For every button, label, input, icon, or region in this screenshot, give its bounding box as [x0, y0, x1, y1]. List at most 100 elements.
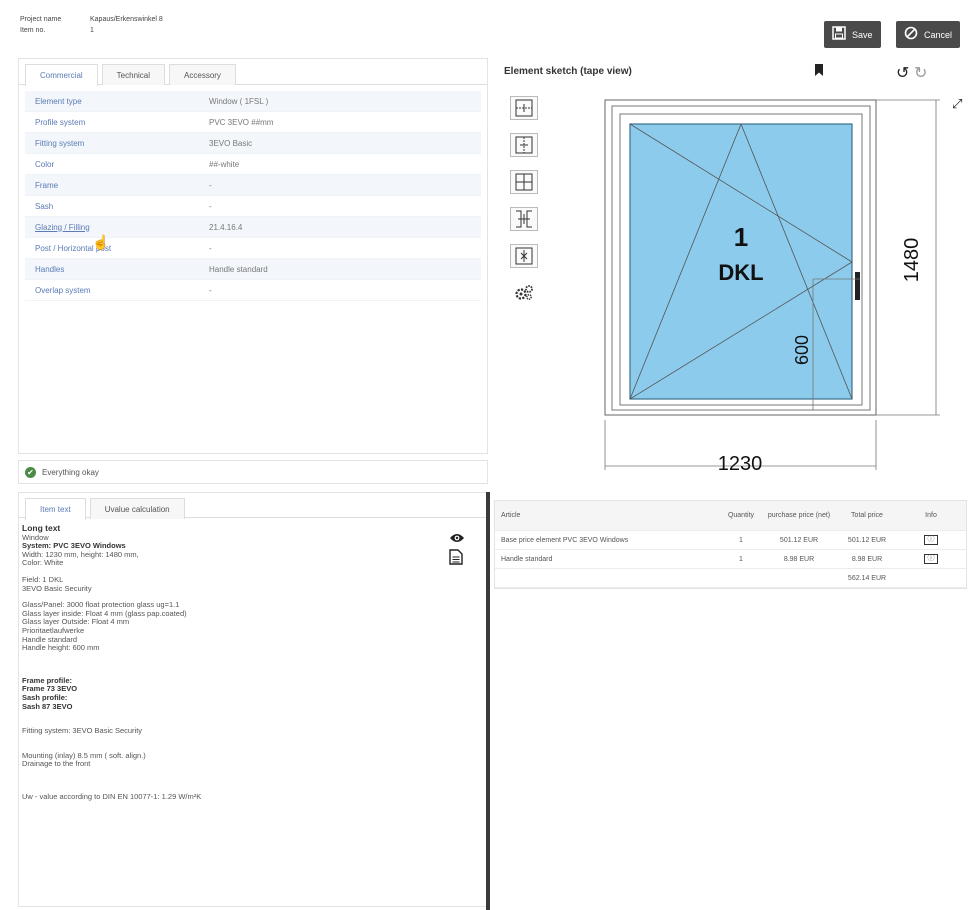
article-table: Article Quantity purchase price (net) To…	[494, 500, 967, 589]
property-row[interactable]: Sash -	[25, 196, 481, 217]
property-row[interactable]: Handles Handle standard	[25, 259, 481, 280]
text-line: Uw - value according to DIN EN 10077-1: …	[22, 791, 202, 801]
property-value: -	[209, 243, 212, 253]
split-cross-icon[interactable]	[510, 170, 538, 194]
col-article: Article	[501, 512, 521, 519]
project-name-label: Project name	[20, 16, 62, 23]
property-value: 3EVO Basic	[209, 138, 253, 148]
text-line: Fitting system: 3EVO Basic Security	[22, 726, 143, 736]
tab-technical[interactable]: Technical	[101, 64, 166, 85]
text-line: Drainage to the front	[22, 759, 91, 769]
property-value: -	[209, 285, 212, 295]
table-row[interactable]: Base price element PVC 3EVO Windows 1 50…	[495, 531, 966, 550]
document-icon[interactable]	[449, 549, 465, 568]
text-line: Color: White	[22, 558, 64, 568]
long-text-heading: Long text	[22, 523, 61, 533]
cancel-button[interactable]: Cancel	[896, 21, 961, 48]
split-vertical-icon[interactable]	[510, 133, 538, 157]
property-key: Overlap system	[35, 285, 91, 295]
property-key: Sash	[35, 201, 54, 211]
property-value: -	[209, 201, 212, 211]
redo-icon[interactable]: ↻	[914, 63, 927, 83]
status-bar: ✔ Everything okay	[18, 460, 488, 484]
table-row[interactable]: Handle standard 1 8.98 EUR 8.98 EUR ⓘ	[495, 550, 966, 569]
info-icon[interactable]: ⓘ	[924, 554, 938, 564]
cancel-icon	[904, 26, 918, 44]
opening-type: DKL	[718, 260, 763, 285]
properties-panel: Commercial Technical Accessory Element t…	[18, 58, 488, 454]
handle-height-dimension: 600	[792, 335, 812, 365]
check-icon: ✔	[25, 466, 36, 478]
tab-commercial[interactable]: Commercial	[25, 64, 98, 86]
property-row[interactable]: Color ##-white	[25, 154, 481, 175]
project-info: Project name Kapaus/Erkenswinkel 8 Item n…	[20, 14, 163, 36]
height-dimension: 1480	[901, 238, 923, 283]
text-line: Sash profile:	[22, 692, 68, 702]
text-line: 3EVO Basic Security	[22, 583, 92, 593]
mirror-icon[interactable]	[510, 244, 538, 268]
sketch-title: Element sketch (tape view)	[504, 66, 632, 77]
text-line: Frame profile:	[22, 675, 73, 685]
text-line: Frame 73 3EVO	[22, 684, 78, 694]
save-button[interactable]: Save	[824, 21, 881, 48]
sketch-toolbar	[510, 96, 538, 305]
table-sum-row: 562.14 EUR	[495, 569, 966, 588]
property-value: PVC 3EVO ##mm	[209, 117, 274, 127]
col-quantity: Quantity	[727, 512, 755, 519]
eye-icon[interactable]	[449, 531, 465, 547]
property-row[interactable]: Element type Window ( 1FSL )	[25, 91, 481, 112]
property-key: Element type	[35, 96, 82, 106]
property-value: ##-white	[209, 159, 240, 169]
hand-cursor-icon: ☝	[92, 234, 110, 250]
bookmark-icon[interactable]	[814, 64, 824, 79]
property-row[interactable]: Fitting system 3EVO Basic	[25, 133, 481, 154]
item-text-panel: Item text Uvalue calculation Long text W…	[18, 492, 488, 907]
split-horizontal-icon[interactable]	[510, 96, 538, 120]
text-line: Width: 1230 mm, height: 1480 mm,	[22, 549, 139, 559]
property-key: Profile system	[35, 117, 86, 127]
property-key: Handles	[35, 264, 65, 274]
project-name-value: Kapaus/Erkenswinkel 8	[90, 16, 163, 23]
info-icon[interactable]: ⓘ	[924, 535, 938, 545]
tab-uvalue-calculation[interactable]: Uvalue calculation	[89, 498, 185, 519]
tab-item-text[interactable]: Item text	[25, 498, 86, 520]
status-text: Everything okay	[42, 467, 99, 477]
col-info: Info	[925, 512, 937, 519]
article-name: Handle standard	[501, 555, 553, 563]
expand-icon[interactable]: ⤢	[952, 96, 962, 112]
col-total-price: Total price	[851, 512, 883, 519]
sum-total: 562.14 EUR	[847, 574, 887, 582]
item-no-value: 1	[90, 27, 94, 34]
window-sketch[interactable]: 1 DKL 1230 1480 600	[560, 88, 950, 493]
article-total: 501.12 EUR	[847, 536, 887, 544]
text-line: Handle height: 600 mm	[22, 643, 100, 653]
text-line: Sash 87 3EVO	[22, 701, 73, 711]
tab-accessory[interactable]: Accessory	[169, 64, 236, 85]
article-name: Base price element PVC 3EVO Windows	[501, 536, 629, 544]
property-key: Frame	[35, 180, 59, 190]
window-configurator: Project name Kapaus/Erkenswinkel 8 Item n…	[0, 0, 971, 910]
gears-icon[interactable]	[510, 281, 538, 305]
property-tabs: Commercial Technical Accessory	[19, 59, 487, 86]
text-line: Glass layer Outside: Float 4 mm	[22, 617, 130, 627]
col-purchase-price: purchase price (net)	[767, 512, 831, 519]
article-total: 8.98 EUR	[851, 555, 883, 563]
property-row[interactable]: Overlap system -	[25, 280, 481, 301]
property-key: Color	[35, 159, 55, 169]
width-dimension: 1230	[718, 453, 763, 475]
sash-couple-icon[interactable]	[510, 207, 538, 231]
item-no-label: Item no.	[20, 27, 46, 34]
property-value: 21.4.16.4	[209, 222, 243, 232]
panel-splitter[interactable]	[486, 492, 490, 910]
property-row[interactable]: Profile system PVC 3EVO ##mm	[25, 112, 481, 133]
text-actions	[449, 531, 465, 568]
property-table: Element type Window ( 1FSL ) Profile syst…	[25, 91, 481, 301]
article-quantity: 1	[739, 555, 743, 563]
property-value: Handle standard	[209, 264, 268, 274]
property-key[interactable]: Glazing / Filling	[25, 223, 209, 232]
undo-icon[interactable]: ↺	[896, 63, 909, 83]
property-row[interactable]: Frame -	[25, 175, 481, 196]
text-tabs: Item text Uvalue calculation	[19, 493, 487, 520]
article-quantity: 1	[739, 536, 743, 544]
article-purchase: 8.98 EUR	[783, 555, 815, 563]
